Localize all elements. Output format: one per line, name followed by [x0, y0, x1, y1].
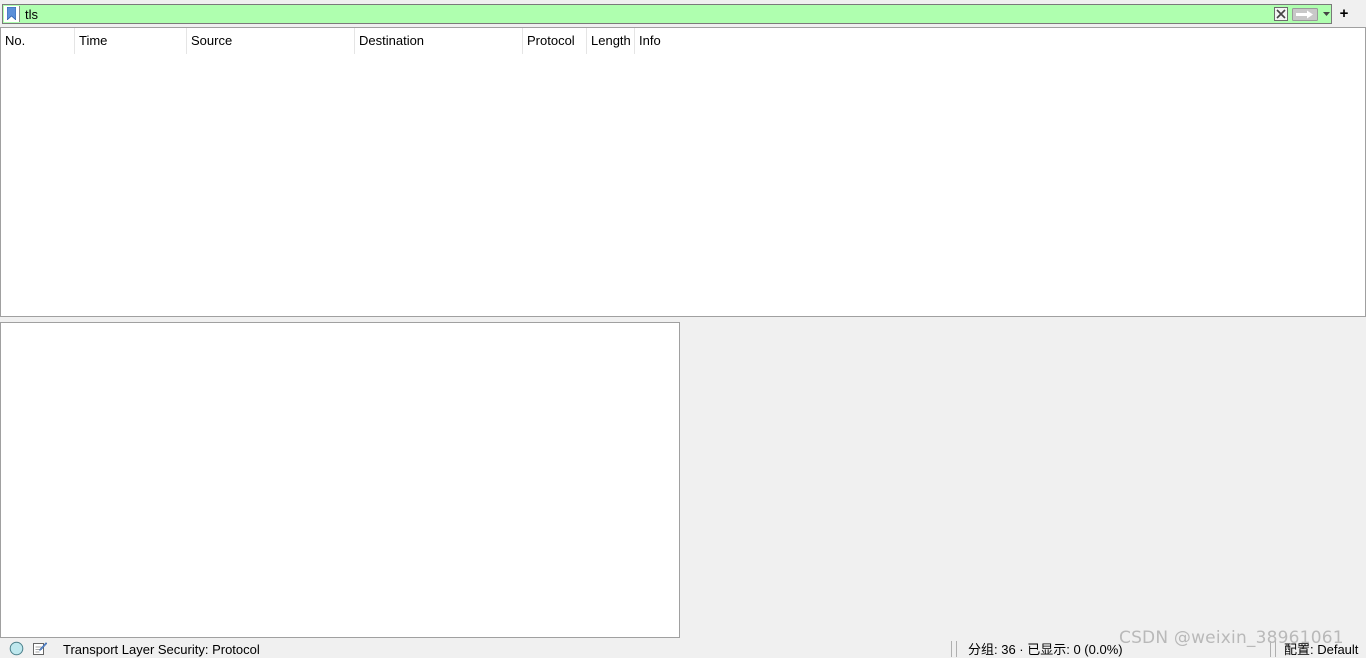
- bookmark-icon: [7, 7, 16, 20]
- status-separator[interactable]: [951, 641, 952, 657]
- column-header-no[interactable]: No.: [1, 28, 75, 54]
- packet-count-status: 分组: 36 · 已显示: 0 (0.0%): [968, 642, 1123, 657]
- column-header-source[interactable]: Source: [187, 28, 355, 54]
- chevron-down-icon[interactable]: [1322, 10, 1331, 18]
- clear-filter-icon[interactable]: [1274, 7, 1288, 21]
- column-header-info[interactable]: Info: [635, 28, 755, 54]
- packet-details-pane[interactable]: [0, 322, 680, 638]
- display-filter-bar: [2, 4, 1332, 24]
- selected-field-status: Transport Layer Security: Protocol: [63, 642, 260, 657]
- capture-comment-icon[interactable]: [32, 640, 48, 656]
- column-header-protocol[interactable]: Protocol: [523, 28, 587, 54]
- expert-info-icon[interactable]: [9, 641, 24, 656]
- add-filter-button[interactable]: +: [1337, 4, 1351, 24]
- column-header-time[interactable]: Time: [75, 28, 187, 54]
- column-header-destination[interactable]: Destination: [355, 28, 523, 54]
- apply-arrow-icon[interactable]: [1292, 8, 1318, 21]
- packet-list[interactable]: No. Time Source Destination Protocol Len…: [0, 27, 1366, 317]
- column-header-length[interactable]: Length: [587, 28, 635, 54]
- filter-bookmark-button[interactable]: [4, 6, 20, 22]
- watermark: CSDN @weixin_38961061: [1119, 628, 1344, 648]
- display-filter-input[interactable]: [23, 6, 1267, 22]
- status-separator[interactable]: [956, 641, 957, 657]
